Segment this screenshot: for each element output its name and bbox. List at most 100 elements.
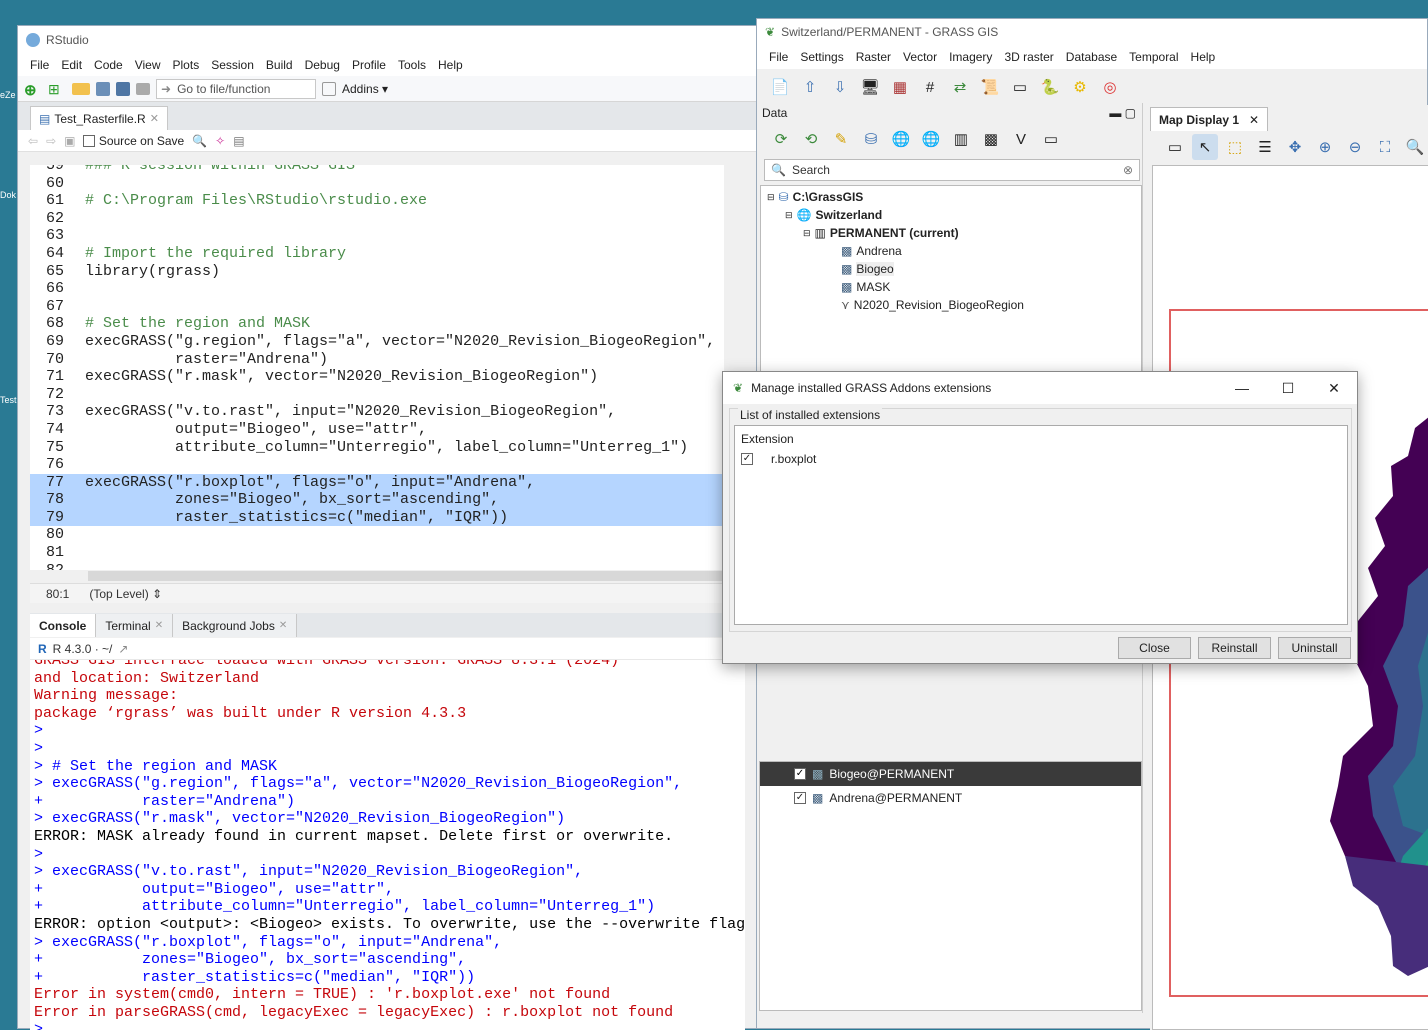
collapse-icon[interactable]: ⊟: [803, 228, 811, 239]
vector-import-icon[interactable]: V: [1008, 126, 1034, 152]
collapse-icon[interactable]: ⊟: [785, 210, 793, 221]
search-icon[interactable]: 🔍: [192, 134, 207, 148]
extension-checkbox[interactable]: ✓: [741, 453, 753, 465]
upload-icon[interactable]: ⇧: [797, 74, 823, 100]
menu-item-session[interactable]: Session: [205, 58, 260, 72]
close-tab-icon[interactable]: ✕: [1249, 113, 1259, 127]
zoom-out-icon[interactable]: ⊖: [1342, 134, 1368, 160]
grid-icon[interactable]: #: [917, 74, 943, 100]
r-console[interactable]: GRASS GIS interface loaded with GRASS ve…: [30, 660, 745, 1030]
pan-icon[interactable]: ✥: [1282, 134, 1308, 160]
layer-visibility-checkbox[interactable]: ✓: [794, 792, 806, 804]
display-map-icon[interactable]: ▭: [1162, 134, 1188, 160]
close-button[interactable]: Close: [1118, 637, 1191, 659]
menu-item-temporal[interactable]: Temporal: [1123, 50, 1184, 64]
editor-horizontal-scrollbar[interactable]: [88, 571, 724, 581]
zoom-region-icon[interactable]: 🔍: [1402, 134, 1428, 160]
save-file-icon[interactable]: ▣: [64, 134, 75, 148]
globe-import-icon[interactable]: 🌐: [918, 126, 944, 152]
extension-row[interactable]: ✓ r.boxplot: [735, 446, 1347, 466]
help-lifebuoy-icon[interactable]: ◎: [1097, 74, 1123, 100]
new-workspace-icon[interactable]: 📄: [767, 74, 793, 100]
menu-item-plots[interactable]: Plots: [167, 58, 206, 72]
switch-icon[interactable]: ⟲: [798, 126, 824, 152]
checkbox-icon[interactable]: [83, 135, 96, 148]
save-all-icon[interactable]: [116, 81, 130, 96]
select-icon[interactable]: ⬚: [1222, 134, 1248, 160]
navigate-icon[interactable]: ↗: [118, 642, 128, 656]
display-icon[interactable]: 🖥: [857, 74, 883, 100]
menu-item-3d-raster[interactable]: 3D raster: [998, 50, 1059, 64]
pane-controls[interactable]: ▬ ▢: [1109, 106, 1136, 120]
menu-item-code[interactable]: Code: [88, 58, 129, 72]
tree-root[interactable]: ⊟ ⛁ C:\GrassGIS: [761, 188, 1141, 206]
menu-item-raster[interactable]: Raster: [850, 50, 897, 64]
menu-item-view[interactable]: View: [129, 58, 167, 72]
outline-icon[interactable]: ▤: [233, 134, 244, 148]
database-icon[interactable]: ⛁: [858, 126, 884, 152]
download-icon[interactable]: ⇩: [827, 74, 853, 100]
menu-item-debug[interactable]: Debug: [299, 58, 346, 72]
goto-file-input[interactable]: ➜ Go to file/function: [156, 78, 316, 99]
zoom-in-icon[interactable]: ⊕: [1312, 134, 1338, 160]
layer-visibility-checkbox[interactable]: ✓: [794, 768, 806, 780]
save-icon[interactable]: [96, 81, 110, 96]
tree-mapset[interactable]: ⊟ ▥ PERMANENT (current): [761, 224, 1141, 242]
tree-map[interactable]: ▩ Biogeo: [761, 260, 1141, 278]
collapse-icon[interactable]: ⊟: [767, 192, 775, 203]
tab-terminal[interactable]: Terminal ✕: [96, 614, 174, 637]
open-file-icon[interactable]: [72, 82, 90, 95]
print-icon[interactable]: [136, 82, 150, 95]
back-arrow-icon[interactable]: ⇦: [28, 134, 38, 148]
menu-item-profile[interactable]: Profile: [346, 58, 392, 72]
modeler-icon[interactable]: ⇄: [947, 74, 973, 100]
layout-icon[interactable]: ▭: [1007, 74, 1033, 100]
scope-selector[interactable]: (Top Level) ⇕: [89, 587, 162, 601]
tab-map-display[interactable]: Map Display 1 ✕: [1150, 107, 1269, 131]
reinstall-button[interactable]: Reinstall: [1198, 637, 1271, 659]
data-search-input[interactable]: 🔍 Search ⊗: [764, 159, 1140, 181]
new-file-icon[interactable]: ⊕: [24, 81, 42, 99]
menu-item-database[interactable]: Database: [1060, 50, 1123, 64]
menu-item-settings[interactable]: Settings: [794, 50, 849, 64]
menu-item-help[interactable]: Help: [1185, 50, 1222, 64]
tab-background-jobs[interactable]: Background Jobs ✕: [173, 614, 298, 637]
uninstall-button[interactable]: Uninstall: [1278, 637, 1351, 659]
globe-add-icon[interactable]: 🌐: [888, 126, 914, 152]
magic-wand-icon[interactable]: ✧: [215, 134, 225, 148]
tree-map[interactable]: ▩ MASK: [761, 278, 1141, 296]
other-import-icon[interactable]: ▭: [1038, 126, 1064, 152]
python-icon[interactable]: 🐍: [1037, 74, 1063, 100]
pencil-icon[interactable]: ✎: [828, 126, 854, 152]
source-on-save-checkbox[interactable]: Source on Save: [83, 134, 184, 148]
tree-map[interactable]: ▩ Andrena: [761, 242, 1141, 260]
menu-item-imagery[interactable]: Imagery: [943, 50, 998, 64]
forward-arrow-icon[interactable]: ⇨: [46, 134, 56, 148]
script-icon[interactable]: 📜: [977, 74, 1003, 100]
tree-map[interactable]: ⋎ N2020_Revision_BiogeoRegion: [761, 296, 1141, 314]
menu-item-build[interactable]: Build: [260, 58, 299, 72]
mapset-icon[interactable]: ▥: [948, 126, 974, 152]
menu-item-file[interactable]: File: [763, 50, 794, 64]
zoom-extent-icon[interactable]: ⛶: [1372, 134, 1398, 160]
maximize-icon[interactable]: ☐: [1265, 380, 1311, 397]
menu-item-tools[interactable]: Tools: [392, 58, 432, 72]
reload-icon[interactable]: ⟳: [768, 126, 794, 152]
code-editor[interactable]: 59 ### R session within GRASS GIS 60 61 # C:…: [30, 165, 724, 570]
tree-location[interactable]: ⊟ 🌐 Switzerland: [761, 206, 1141, 224]
menu-item-file[interactable]: File: [24, 58, 55, 72]
layer-row[interactable]: ✓ ▩ Andrena@PERMANENT: [760, 786, 1141, 810]
addins-menu[interactable]: Addins ▾: [342, 82, 388, 96]
pointer-icon[interactable]: ↖: [1192, 134, 1218, 160]
layer-row[interactable]: ✓ ▩ Biogeo@PERMANENT: [760, 762, 1141, 786]
close-tab-icon[interactable]: ✕: [155, 620, 163, 631]
calculator-icon[interactable]: ▦: [887, 74, 913, 100]
close-tab-icon[interactable]: ✕: [279, 620, 287, 631]
menu-item-edit[interactable]: Edit: [55, 58, 88, 72]
new-project-icon[interactable]: ⊞: [48, 81, 66, 97]
menu-item-help[interactable]: Help: [432, 58, 469, 72]
tab-console[interactable]: Console: [30, 614, 97, 637]
grid-layout-icon[interactable]: [322, 81, 336, 96]
close-tab-icon[interactable]: ✕: [150, 112, 159, 125]
settings-gear-icon[interactable]: ⚙: [1067, 74, 1093, 100]
